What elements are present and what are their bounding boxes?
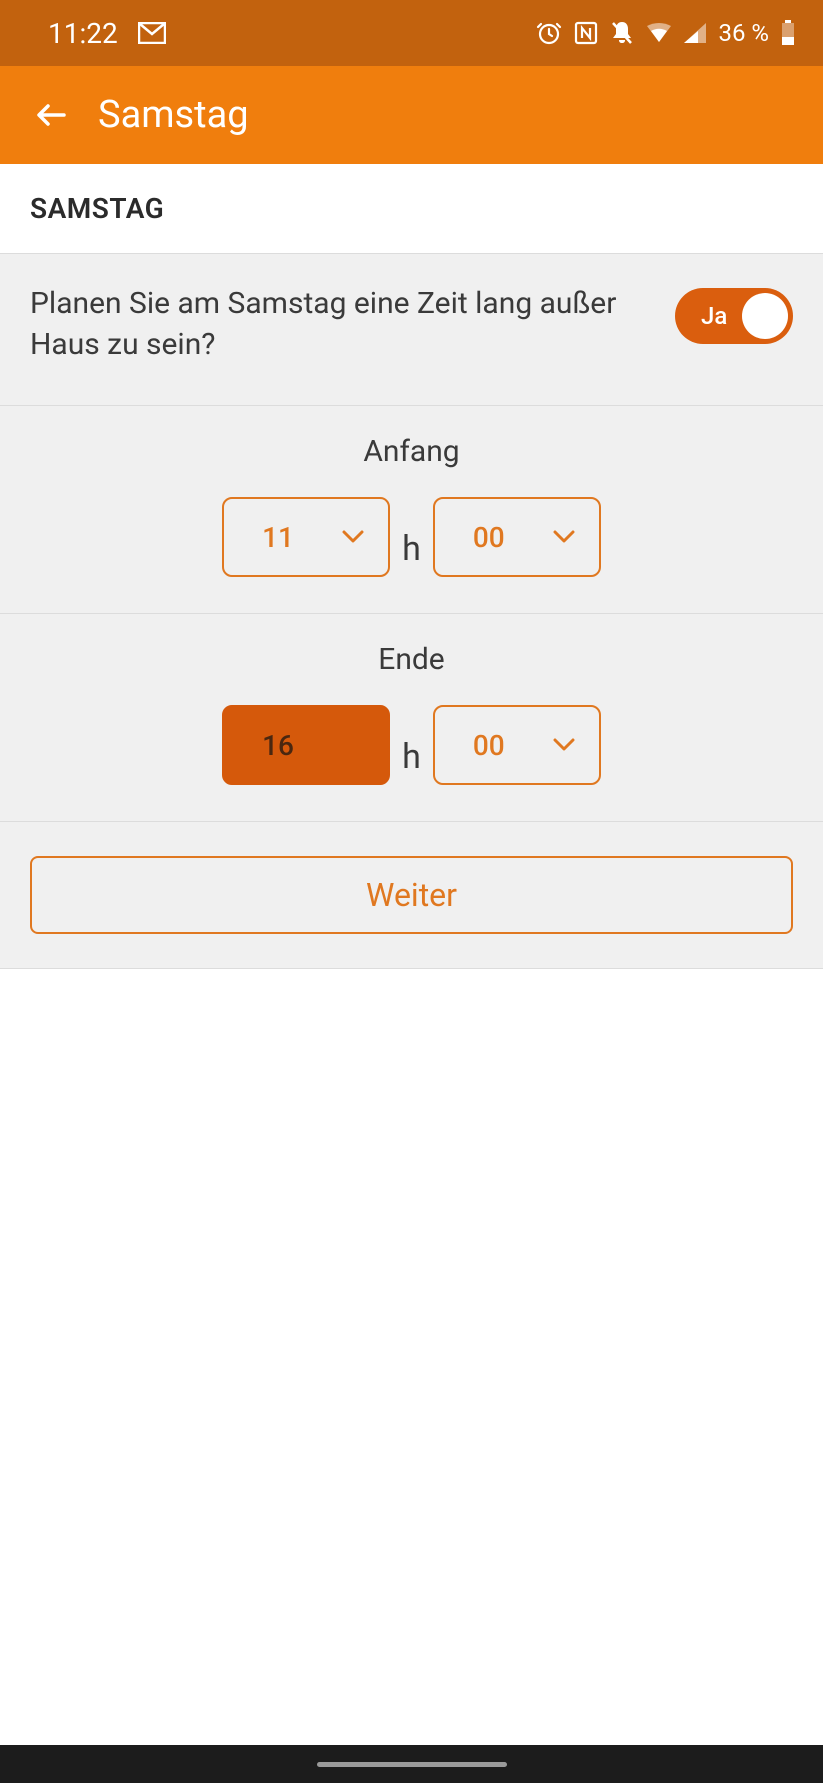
start-time-label: Anfang bbox=[363, 434, 459, 469]
button-row: Weiter bbox=[0, 822, 823, 968]
toggle-row: Planen Sie am Samstag eine Zeit lang auß… bbox=[0, 254, 823, 406]
status-right: 36 % bbox=[536, 19, 795, 47]
nav-handle[interactable] bbox=[317, 1762, 507, 1767]
battery-text: 36 % bbox=[718, 19, 769, 47]
time-unit-label: h bbox=[402, 737, 421, 785]
chevron-down-icon bbox=[553, 738, 575, 752]
mail-icon bbox=[138, 22, 166, 44]
app-bar-title: Samstag bbox=[98, 93, 249, 137]
chevron-down-icon bbox=[553, 530, 575, 544]
end-minute-selector[interactable]: 00 bbox=[433, 705, 601, 785]
away-toggle[interactable]: Ja bbox=[675, 288, 793, 344]
end-time-section: Ende 16 h 00 bbox=[0, 614, 823, 822]
toggle-knob bbox=[742, 293, 788, 339]
start-time-pickers: 11 h 00 bbox=[222, 497, 601, 577]
end-time-pickers: 16 h 00 bbox=[222, 705, 601, 785]
end-time-label: Ende bbox=[378, 642, 444, 677]
continue-button[interactable]: Weiter bbox=[30, 856, 793, 934]
end-minute-value: 00 bbox=[473, 729, 505, 762]
start-minute-value: 00 bbox=[473, 521, 505, 554]
battery-icon bbox=[781, 20, 795, 46]
status-left: 11:22 bbox=[48, 17, 166, 50]
status-time: 11:22 bbox=[48, 17, 118, 50]
schedule-card: Planen Sie am Samstag eine Zeit lang auß… bbox=[0, 253, 823, 969]
time-unit-label: h bbox=[402, 529, 421, 577]
start-hour-selector[interactable]: 11 bbox=[222, 497, 390, 577]
start-minute-selector[interactable]: 00 bbox=[433, 497, 601, 577]
toggle-question: Planen Sie am Samstag eine Zeit lang auß… bbox=[30, 284, 675, 365]
notification-muted-icon bbox=[610, 20, 634, 46]
wifi-icon bbox=[646, 23, 672, 43]
end-hour-selector[interactable]: 16 bbox=[222, 705, 390, 785]
start-hour-value: 11 bbox=[262, 521, 294, 554]
section-header: SAMSTAG bbox=[0, 164, 823, 253]
end-hour-value: 16 bbox=[262, 729, 294, 762]
signal-icon bbox=[684, 23, 706, 43]
nfc-icon bbox=[574, 21, 598, 45]
android-nav-bar bbox=[0, 1745, 823, 1783]
start-time-section: Anfang 11 h 00 bbox=[0, 406, 823, 614]
alarm-icon bbox=[536, 20, 562, 46]
back-button[interactable] bbox=[34, 97, 70, 133]
status-bar: 11:22 bbox=[0, 0, 823, 66]
chevron-down-icon bbox=[342, 530, 364, 544]
app-bar: Samstag bbox=[0, 66, 823, 164]
toggle-state-label: Ja bbox=[701, 302, 727, 330]
